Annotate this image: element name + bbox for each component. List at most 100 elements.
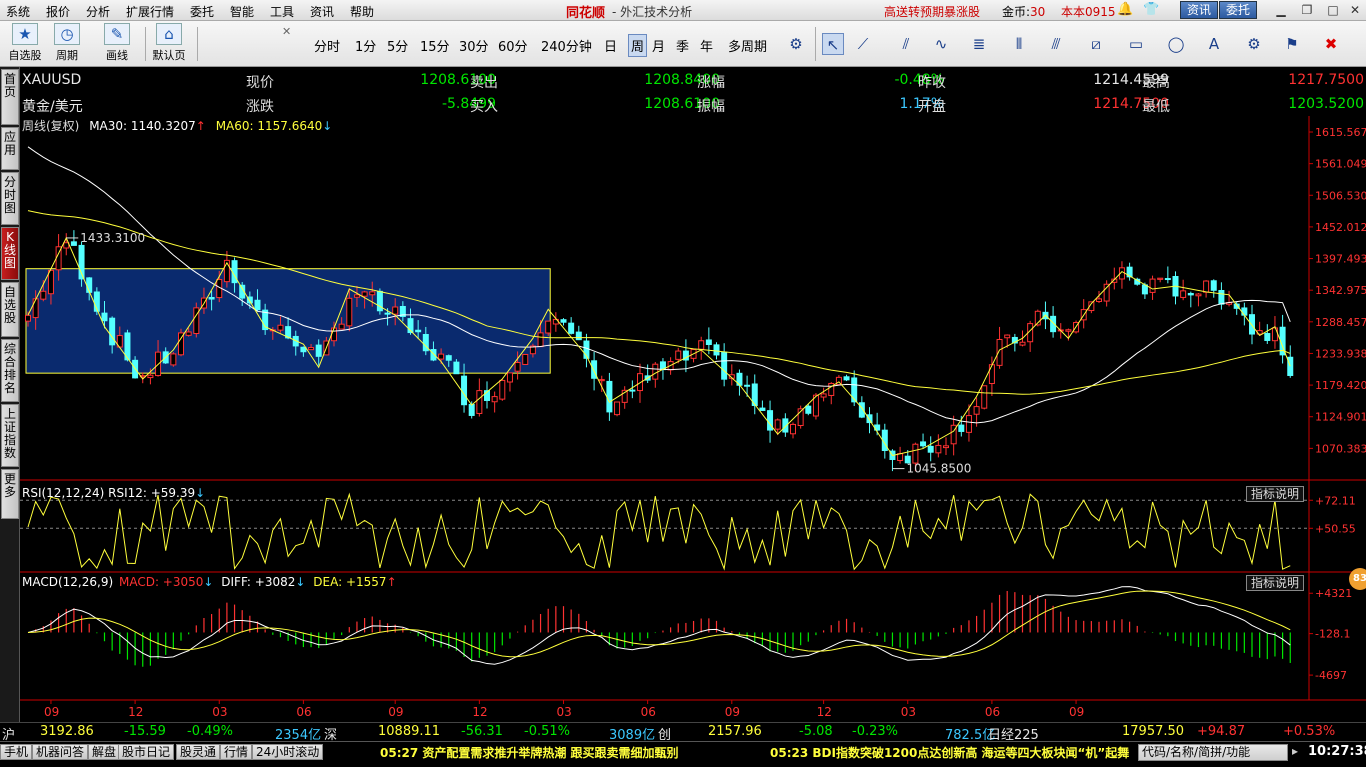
delete-drawing-icon[interactable]: ✖ [1320,33,1342,55]
index-ticker-bar[interactable]: 沪 3192.86 -15.59 -0.49% 2354亿深 10889.11 -56.31… [0,722,1366,743]
save-drawing-icon[interactable]: ⚑ [1281,33,1303,55]
period-tab[interactable]: 季 [676,36,689,55]
period-tab[interactable]: 60分 [498,36,528,55]
menu-item[interactable]: 扩展行情 [126,3,174,20]
pointer-icon[interactable]: ↖ [822,33,844,55]
y-tick-label: 1124.9017 [1315,411,1366,424]
candle-body [575,331,582,341]
period-tab[interactable]: 5分 [387,36,408,55]
left-tab[interactable]: 自选股 [1,282,19,337]
ma30-value: MA30: 1140.3207 [89,119,196,133]
news-button[interactable]: 资讯 [1180,1,1219,19]
x-tick-label: 12 [128,705,143,719]
macd-tick-label: -128.1 [1315,628,1350,641]
menu-item[interactable]: 智能 [230,3,254,20]
period-tab[interactable]: 1分 [355,36,376,55]
promo-link[interactable]: 高送转预期暴涨股 [884,3,980,20]
left-tab[interactable]: 首页 [1,69,19,125]
candle-body [1004,334,1011,339]
kline-chart[interactable]: 1615.5679 1561.0490 1506.5301 1452.0123 1397… [20,116,1366,722]
period-tab[interactable]: 分时 [314,36,340,55]
rectangle-tool-icon[interactable]: ▭ [1125,33,1147,55]
candle-body [805,405,812,414]
index-value: -15.59 [124,724,166,739]
y-tick-label: 1561.0490 [1315,158,1366,171]
menu-item[interactable]: 系统 [6,3,30,20]
code-search-input[interactable]: 代码/名称/简拼/功能 [1138,744,1288,761]
channel-tool-icon[interactable]: ⧄ [1085,33,1107,55]
wave-tool-icon[interactable]: ∿ [930,33,952,55]
fib-tool-icon[interactable]: ≣ [968,33,990,55]
status-tab[interactable]: 机器问答 [32,744,89,760]
trade-button[interactable]: 委托 [1219,1,1258,19]
period-tab[interactable]: 周 [628,34,648,57]
status-tab[interactable]: 股灵通 [176,744,221,760]
collapse-icon[interactable]: ✕ [282,25,291,38]
left-tab[interactable]: K线图 [1,227,19,280]
diff-value: DIFF: +3082 [221,575,296,589]
rsi-legend: RSI(12,12,24) RSI12: +59.39↓ [22,486,205,500]
y-tick-label: 1397.4933 [1315,253,1366,266]
candle-body [208,296,215,300]
news-ticker-2[interactable]: 05:23 BDI指数突破1200点达创新高 海运等四大板块闻“机”起舞 [770,744,1136,761]
left-tab[interactable]: 应用 [1,127,19,170]
settings-gear-icon[interactable]: ⚙ [785,33,807,55]
close-icon[interactable]: ✕ [1345,1,1365,19]
chart-canvas[interactable]: 1615.5679 1561.0490 1506.5301 1452.0123 1397… [20,116,1366,722]
menu-item[interactable]: 帮助 [350,3,374,20]
user-name[interactable]: 本本0915 [1061,3,1116,20]
toolbar-button[interactable]: ★ 自选股 [6,23,44,63]
rsi-legend-text: RSI(12,12,24) RSI12: +59.39 [22,486,196,500]
period-tab[interactable]: 30分 [459,36,489,55]
notification-badge[interactable]: 83 [1349,568,1366,590]
line-tool-icon[interactable]: ⟋ [852,33,874,55]
left-tab[interactable]: 上证指数 [1,404,19,467]
restore-icon[interactable]: ❐ [1297,1,1317,19]
status-tab[interactable]: 股市日记 [118,744,175,760]
left-tab[interactable]: 分时图 [1,172,19,225]
status-tab[interactable]: 行情 [220,744,253,760]
toolbar-button[interactable]: ✎ 画线 [98,23,136,63]
candle-body [1249,314,1255,335]
text-tool-icon[interactable]: A [1203,33,1225,55]
left-tab[interactable]: 更多 [1,469,19,519]
minimize-icon[interactable]: ▁ [1271,1,1291,19]
candle-body [614,401,621,416]
index-value: -0.51% [524,724,570,739]
status-tab[interactable]: 24小时滚动 [252,744,324,760]
maximize-icon[interactable]: □ [1323,1,1343,19]
status-tab[interactable]: 手机 [0,744,33,760]
search-arrow-icon[interactable]: ▸ [1292,744,1298,758]
candle-body [1164,278,1171,281]
shirt-icon[interactable]: 👕 [1143,2,1159,17]
status-tab[interactable]: 解盘 [88,744,121,760]
index-value: -0.23% [852,724,898,739]
news-ticker-1[interactable]: 05:27 资产配置需求推升举牌热潮 跟买跟卖需细加甄别 [380,744,679,761]
period-tab[interactable]: 多周期 [728,36,767,55]
toolbar-button[interactable]: ⌂ 默认页 [150,23,188,63]
period-tab[interactable]: 日 [604,36,617,55]
candle-body [25,314,31,322]
draw-settings-icon[interactable]: ⚙ [1243,33,1265,55]
menu-item[interactable]: 工具 [270,3,294,20]
toolbar-button[interactable]: ◷ 周期 [48,23,86,63]
menu-item[interactable]: 报价 [46,3,70,20]
period-tab[interactable]: 月 [652,36,665,55]
menu-item[interactable]: 分析 [86,3,110,20]
left-tab[interactable]: 综合排名 [1,339,19,402]
period-tab[interactable]: 年 [700,36,713,55]
coins-value: 30 [1030,5,1046,19]
ellipse-tool-icon[interactable]: ◯ [1165,33,1187,55]
period-tab[interactable]: 15分 [420,36,450,55]
gann-tool-icon[interactable]: ⦀ [1008,33,1030,55]
candle-body [315,344,322,357]
rsi-indicator-help-button[interactable]: 指标说明 [1246,486,1304,502]
menu-item[interactable]: 资讯 [310,3,334,20]
menu-item[interactable]: 委托 [190,3,214,20]
period-tab[interactable]: 240分钟 [541,36,592,55]
macd-indicator-help-button[interactable]: 指标说明 [1246,575,1304,591]
candle-body [713,344,720,356]
fan-tool-icon[interactable]: ⫻ [1045,33,1067,55]
bell-icon[interactable]: 🔔 [1117,2,1133,17]
parallel-line-icon[interactable]: ⫽ [895,33,917,55]
